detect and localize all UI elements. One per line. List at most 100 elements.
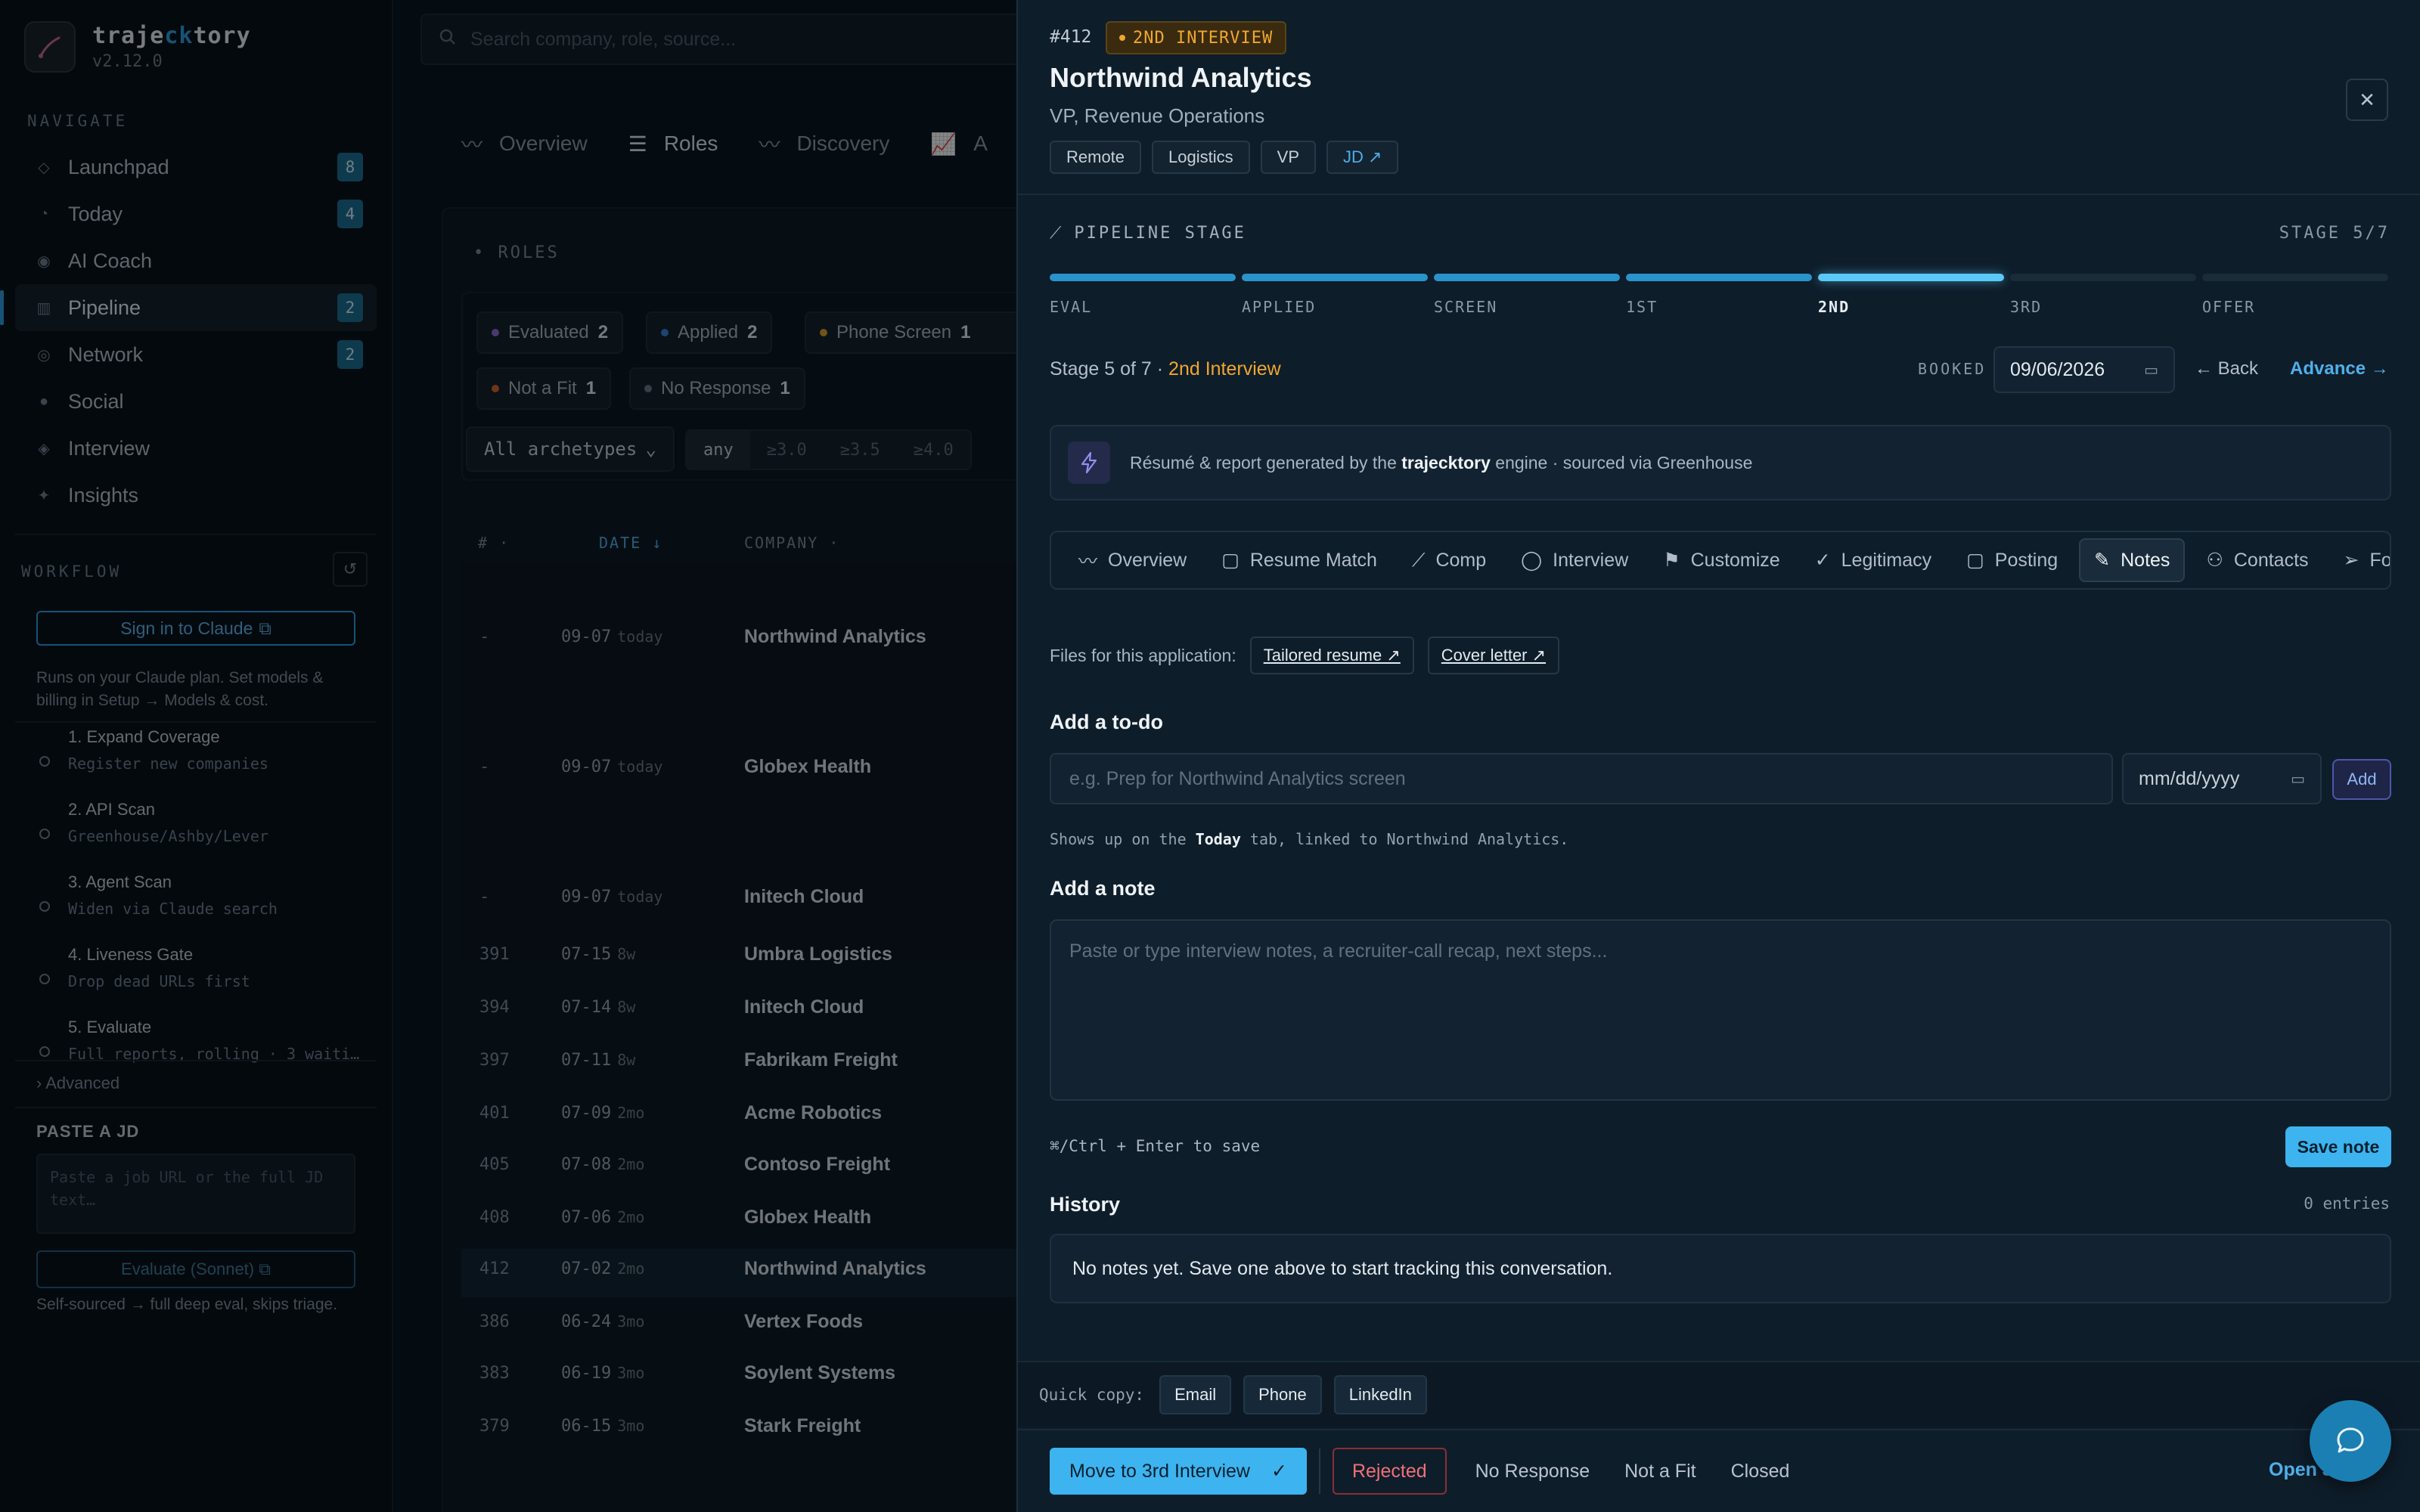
tab-posting[interactable]: ▢ Posting bbox=[1953, 538, 2071, 582]
todo-title: Add a to-do bbox=[1050, 711, 1163, 733]
backdrop[interactable] bbox=[0, 0, 1016, 1512]
stage-label: SCREEN bbox=[1434, 298, 1498, 316]
engine-text: Résumé & report generated by the trajeck… bbox=[1130, 453, 1752, 473]
hint-c: tab, linked to Northwind Analytics. bbox=[1240, 830, 1569, 848]
trend-icon: ⟋ bbox=[1050, 224, 1064, 243]
tab-label: Resume Match bbox=[1249, 549, 1377, 571]
stage-badge-label: 2ND INTERVIEW bbox=[1133, 28, 1274, 48]
company-title: Northwind Analytics bbox=[1050, 62, 1312, 93]
pipeline-stage-1st[interactable]: 1ST bbox=[1626, 274, 1812, 316]
stage-count: STAGE 5/7 bbox=[2279, 224, 2390, 243]
stage-bar bbox=[1434, 274, 1620, 281]
booked-date-input[interactable]: 09/06/2026 ▭ bbox=[1993, 346, 2175, 393]
files-row: Files for this application: Tailored res… bbox=[1050, 637, 1560, 674]
pipeline-label-text: PIPELINE STAGE bbox=[1074, 224, 1246, 243]
save-shortcut-hint: ⌘/Ctrl + Enter to save bbox=[1050, 1137, 1261, 1155]
engine-name: trajecktory bbox=[1401, 452, 1491, 472]
no-response-button[interactable]: No Response bbox=[1475, 1461, 1590, 1483]
flag-icon: ⚑ bbox=[1663, 550, 1680, 571]
stage-bar bbox=[1626, 274, 1812, 281]
tab-resume-match[interactable]: ▢ Resume Match bbox=[1208, 538, 1391, 582]
tab-label: Fo bbox=[2369, 549, 2391, 571]
tag: Remote bbox=[1050, 141, 1142, 174]
copy-email-button[interactable]: Email bbox=[1159, 1375, 1232, 1414]
jd-link[interactable]: JD ↗ bbox=[1326, 141, 1399, 174]
stage-label: OFFER bbox=[2202, 298, 2256, 316]
save-note-button[interactable]: Save note bbox=[2285, 1126, 2391, 1167]
tab-interview[interactable]: ◯ Interview bbox=[1507, 538, 1642, 582]
back-button[interactable]: ← Back bbox=[2195, 358, 2258, 380]
tab-label: Notes bbox=[2121, 549, 2170, 571]
tags: Remote Logistics VP JD ↗ bbox=[1050, 141, 1399, 174]
stage-bar bbox=[1242, 274, 1428, 281]
tailored-resume-link[interactable]: Tailored resume ↗ bbox=[1249, 637, 1414, 674]
lightning-icon bbox=[1068, 442, 1110, 484]
engine-post: engine · sourced via Greenhouse bbox=[1490, 452, 1753, 472]
tab-label: Contacts bbox=[2233, 549, 2309, 571]
engine-pre: Résumé & report generated by the bbox=[1130, 452, 1402, 472]
chat-icon bbox=[2337, 1427, 2364, 1453]
tab-legitimacy[interactable]: ✓ Legitimacy bbox=[1801, 538, 1945, 582]
tab-label: Customize bbox=[1690, 549, 1780, 571]
chat-fab[interactable] bbox=[2310, 1400, 2391, 1482]
tab-label: Posting bbox=[1994, 549, 2059, 571]
todo-input[interactable]: e.g. Prep for Northwind Analytics screen bbox=[1050, 753, 2113, 804]
drawer-header: #412 2ND INTERVIEW Northwind Analytics V… bbox=[1018, 0, 2420, 195]
trend-icon: ⟋ bbox=[1411, 549, 1426, 571]
stage-dot bbox=[1119, 35, 1125, 41]
advance-button[interactable]: Advance → bbox=[2290, 358, 2389, 380]
users-icon: ⚇ bbox=[2206, 550, 2223, 571]
tab-comp[interactable]: ⟋ Comp bbox=[1398, 538, 1500, 582]
note-textarea[interactable]: Paste or type interview notes, a recruit… bbox=[1050, 919, 2391, 1101]
close-icon: ✕ bbox=[2359, 88, 2375, 111]
todo-hint: Shows up on the Today tab, linked to Nor… bbox=[1050, 830, 1568, 848]
engine-banner: Résumé & report generated by the trajeck… bbox=[1050, 425, 2391, 500]
copy-linkedin-button[interactable]: LinkedIn bbox=[1333, 1375, 1427, 1414]
history-title: History bbox=[1050, 1193, 1121, 1216]
pipeline-label: ⟋ PIPELINE STAGE bbox=[1050, 224, 1246, 243]
tab-contacts[interactable]: ⚇ Contacts bbox=[2192, 538, 2322, 582]
stage-badge: 2ND INTERVIEW bbox=[1106, 21, 1287, 54]
close-button[interactable]: ✕ bbox=[2346, 79, 2388, 121]
pipeline-stage-2nd[interactable]: 2ND bbox=[1818, 274, 2004, 316]
quick-copy-label: Quick copy: bbox=[1039, 1386, 1145, 1404]
stage-label: APPLIED bbox=[1242, 298, 1317, 316]
activity-icon: 〰 bbox=[1078, 551, 1098, 572]
divider bbox=[1318, 1448, 1320, 1494]
tab-customize[interactable]: ⚑ Customize bbox=[1649, 538, 1794, 582]
add-todo-button[interactable]: Add bbox=[2332, 759, 2391, 800]
chat-icon: ◯ bbox=[1521, 550, 1543, 571]
history-count: 0 entries bbox=[2304, 1194, 2390, 1213]
copy-phone-button[interactable]: Phone bbox=[1243, 1375, 1322, 1414]
closed-button[interactable]: Closed bbox=[1731, 1461, 1790, 1483]
pipeline-stage-offer[interactable]: OFFER bbox=[2202, 274, 2388, 316]
application-id: #412 bbox=[1050, 27, 1092, 47]
tab-follow-up[interactable]: ➢ Fo bbox=[2330, 538, 2391, 582]
stage-info-prefix: Stage 5 of 7 · bbox=[1050, 358, 1169, 380]
tab-overview[interactable]: 〰 Overview bbox=[1065, 538, 1200, 582]
tab-notes[interactable]: ✎ Notes bbox=[2079, 538, 2186, 582]
briefcase-icon: ▢ bbox=[1966, 550, 1984, 571]
pipeline-stage-3rd[interactable]: 3RD bbox=[2010, 274, 2196, 316]
rejected-button[interactable]: Rejected bbox=[1332, 1448, 1447, 1495]
pipeline-stage-eval[interactable]: EVAL bbox=[1050, 274, 1236, 316]
date-placeholder: mm/dd/yyyy bbox=[2139, 767, 2240, 789]
move-stage-button[interactable]: Move to 3rd Interview ✓ bbox=[1050, 1448, 1307, 1495]
booked-label: BOOKED bbox=[1918, 360, 1987, 378]
todo-date-input[interactable]: mm/dd/yyyy ▭ bbox=[2122, 753, 2322, 804]
pencil-icon: ✎ bbox=[2094, 550, 2111, 571]
not-a-fit-button[interactable]: Not a Fit bbox=[1624, 1461, 1696, 1483]
stage-label: 3RD bbox=[2010, 298, 2043, 316]
send-icon: ➢ bbox=[2343, 550, 2360, 571]
note-title: Add a note bbox=[1050, 877, 1156, 900]
cover-letter-link[interactable]: Cover letter ↗ bbox=[1427, 637, 1560, 674]
move-label: Move to 3rd Interview bbox=[1069, 1460, 1250, 1482]
quick-copy-bar: Quick copy: Email Phone LinkedIn bbox=[1018, 1361, 2420, 1427]
hint-a: Shows up on the bbox=[1050, 830, 1196, 848]
date-value: 09/06/2026 bbox=[2010, 358, 2105, 380]
tab-label: Comp bbox=[1435, 549, 1487, 571]
action-bar: Move to 3rd Interview ✓ Rejected No Respo… bbox=[1018, 1429, 2420, 1512]
pipeline-stage-screen[interactable]: SCREEN bbox=[1434, 274, 1620, 316]
pipeline-stage-applied[interactable]: APPLIED bbox=[1242, 274, 1428, 316]
detail-drawer: #412 2ND INTERVIEW Northwind Analytics V… bbox=[1016, 0, 2420, 1512]
